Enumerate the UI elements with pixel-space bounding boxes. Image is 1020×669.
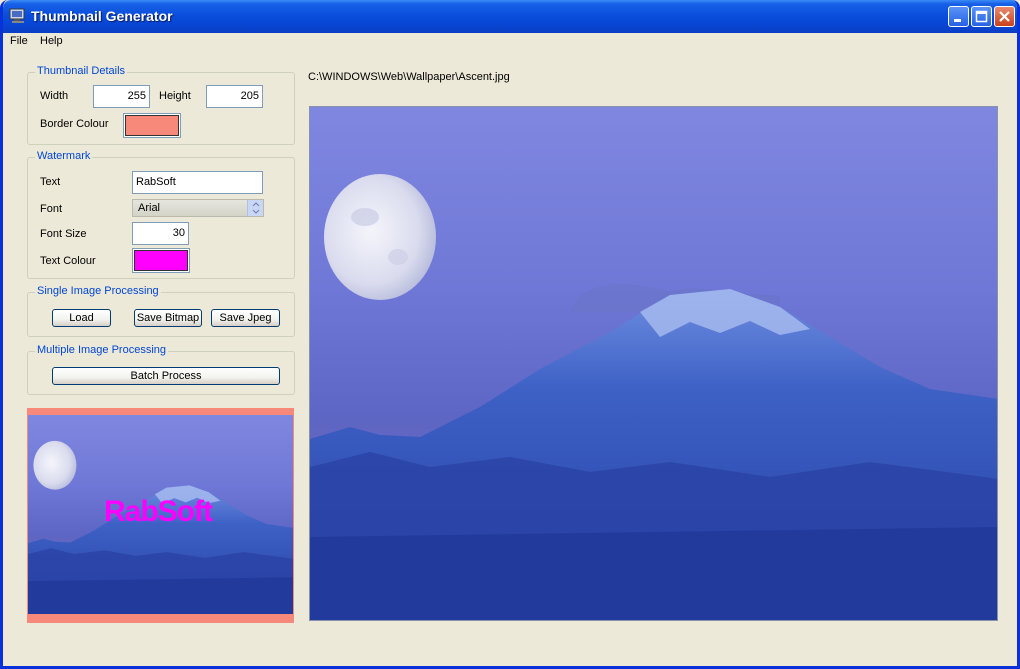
font-select-value: Arial	[138, 202, 161, 214]
border-colour-label: Border Colour	[40, 118, 109, 130]
maximize-icon	[975, 10, 988, 23]
thumbnail-details-group: Thumbnail Details Width 255 Height 205 B…	[27, 65, 295, 145]
text-colour-swatch[interactable]	[132, 248, 190, 273]
height-label: Height	[159, 90, 191, 102]
thumbnail-preview: RabSoft	[27, 408, 294, 623]
window-title: Thumbnail Generator	[31, 8, 173, 24]
font-label: Font	[40, 203, 63, 215]
watermark-overlay-text: RabSoft	[104, 495, 213, 528]
single-processing-legend: Single Image Processing	[35, 285, 161, 297]
text-colour-fill	[134, 250, 188, 271]
app-icon	[9, 8, 25, 23]
thumbnail-details-legend: Thumbnail Details	[35, 65, 128, 77]
thumbnail-image: RabSoft	[28, 415, 293, 614]
minimize-icon	[954, 19, 961, 22]
load-button[interactable]: Load	[52, 309, 111, 327]
font-size-input[interactable]: 30	[132, 222, 189, 245]
font-size-label: Font Size	[40, 228, 87, 240]
single-processing-group: Single Image Processing Load Save Bitmap…	[27, 285, 295, 337]
menu-file[interactable]: File	[10, 35, 28, 47]
main-image-preview	[309, 106, 998, 621]
watermark-text-label: Text	[40, 176, 61, 188]
maximize-button[interactable]	[971, 6, 992, 27]
chevron-down-icon[interactable]	[247, 200, 263, 216]
close-icon	[999, 11, 1010, 22]
menu-help[interactable]: Help	[40, 35, 63, 47]
watermark-legend: Watermark	[35, 150, 93, 162]
menu-bar: File Help	[3, 33, 1017, 51]
app-window: Thumbnail Generator File Help Thumbnail …	[0, 0, 1020, 669]
watermark-group: Watermark Text RabSoft Font Arial Font S…	[27, 150, 295, 279]
height-input[interactable]: 205	[206, 85, 263, 108]
multiple-processing-group: Multiple Image Processing Batch Process	[27, 344, 295, 395]
multiple-processing-legend: Multiple Image Processing	[35, 344, 169, 356]
batch-process-button[interactable]: Batch Process	[52, 367, 280, 385]
close-button[interactable]	[994, 6, 1015, 27]
border-colour-fill	[125, 115, 179, 136]
border-colour-swatch[interactable]	[123, 113, 181, 138]
minimize-button[interactable]	[948, 6, 969, 27]
watermark-text-input[interactable]: RabSoft	[132, 171, 263, 194]
text-colour-label: Text Colour	[40, 255, 96, 267]
image-path-label: C:\WINDOWS\Web\Wallpaper\Ascent.jpg	[308, 71, 510, 83]
save-jpeg-button[interactable]: Save Jpeg	[211, 309, 280, 327]
width-label: Width	[40, 90, 69, 102]
save-bitmap-button[interactable]: Save Bitmap	[134, 309, 202, 327]
font-select[interactable]: Arial	[132, 199, 264, 217]
title-bar[interactable]: Thumbnail Generator	[3, 0, 1017, 33]
mountain-moon-image	[310, 107, 997, 620]
width-input[interactable]: 255	[93, 85, 150, 108]
